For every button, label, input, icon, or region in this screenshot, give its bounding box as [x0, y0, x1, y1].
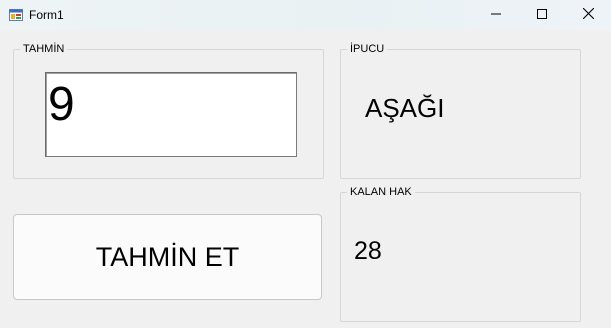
remaining-count: 28 [354, 237, 382, 265]
close-button[interactable] [565, 0, 611, 30]
guess-submit-button[interactable]: TAHMİN ET [13, 214, 322, 300]
minimize-button[interactable] [473, 0, 519, 30]
maximize-button[interactable] [519, 0, 565, 30]
guess-group-label: TAHMİN [20, 43, 68, 56]
hint-text: AŞAĞI [365, 93, 445, 123]
guess-submit-label: TAHMİN ET [95, 241, 240, 272]
window-title: Form1 [29, 8, 64, 22]
close-icon [582, 6, 594, 24]
title-bar: Form1 [0, 0, 611, 30]
hint-group-label: İPUCU [347, 43, 388, 56]
guess-input-value: 9 [48, 78, 75, 131]
form-app-icon[interactable] [9, 8, 23, 21]
remaining-group-label: KALAN HAK [347, 186, 415, 199]
maximize-icon [537, 6, 547, 24]
minimize-icon [491, 6, 501, 24]
guess-input[interactable]: 9 [45, 72, 297, 157]
